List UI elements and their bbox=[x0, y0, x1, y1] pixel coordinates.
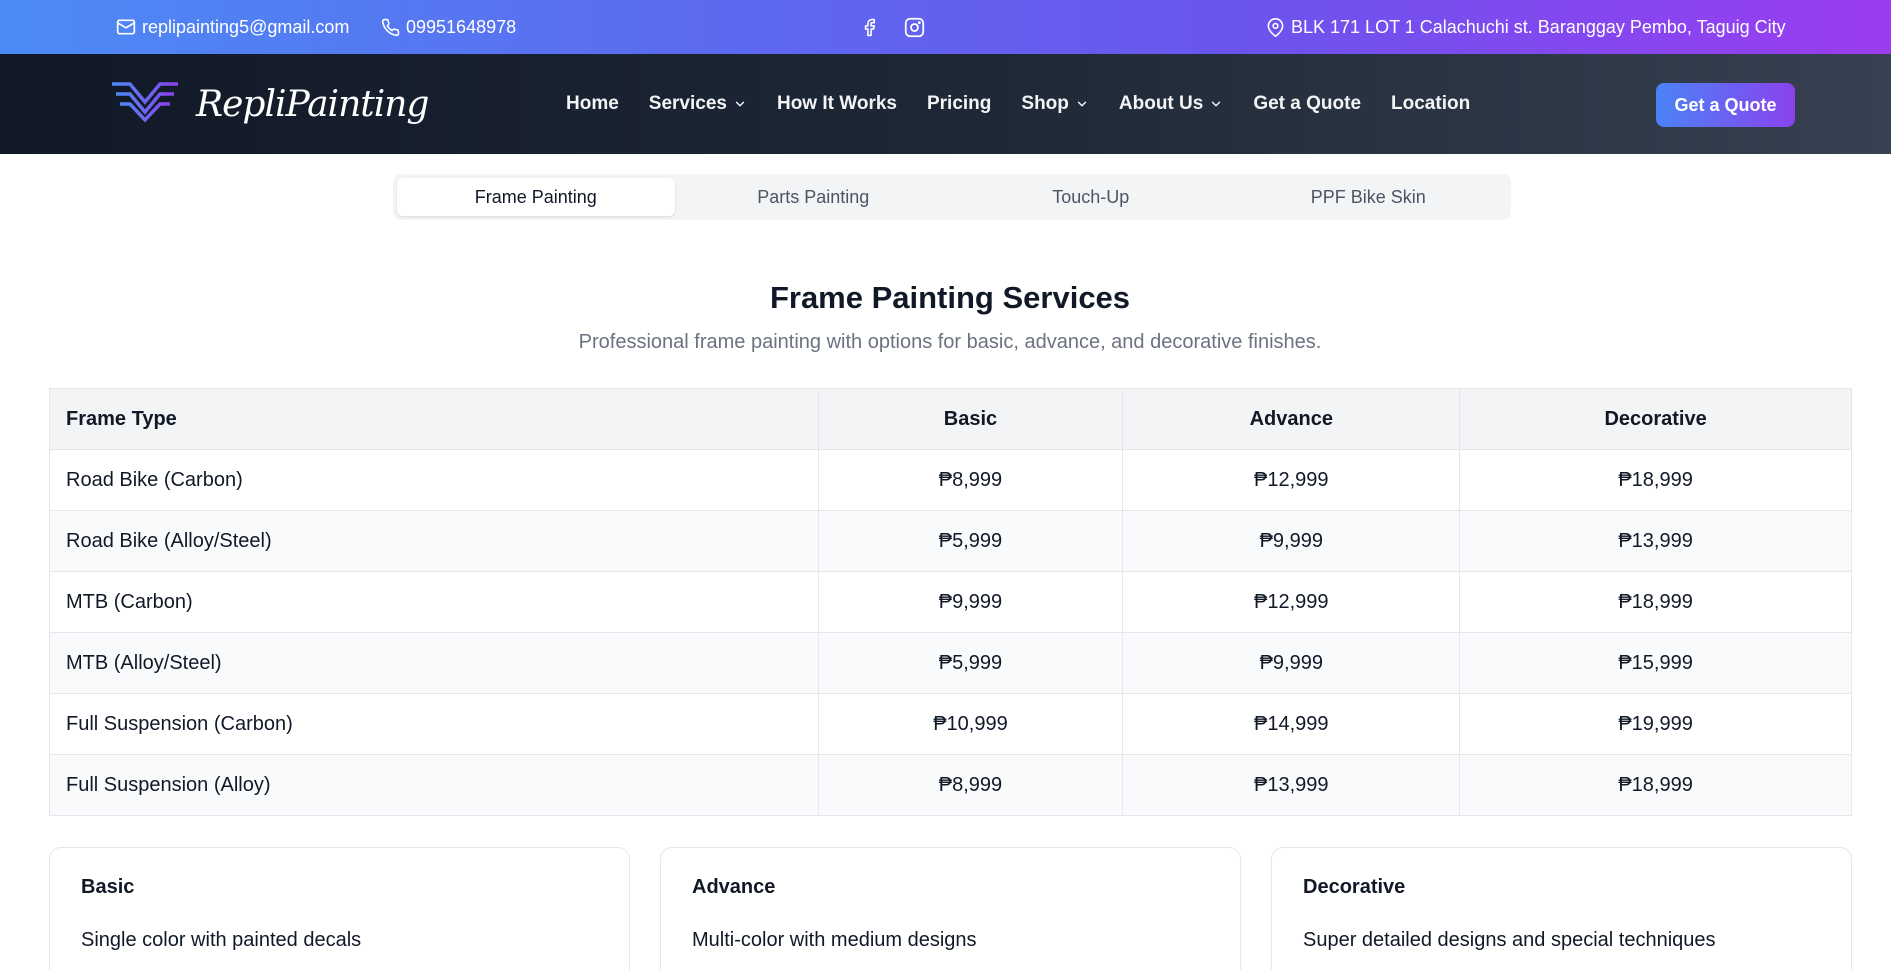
nav-pricing[interactable]: Pricing bbox=[927, 93, 991, 115]
mail-icon bbox=[116, 17, 136, 37]
basic-price-cell: ₱8,999 bbox=[817, 449, 1124, 511]
nav-location[interactable]: Location bbox=[1391, 93, 1470, 115]
nav-shop-label: Shop bbox=[1021, 93, 1069, 114]
service-tabs: Frame Painting Parts Painting Touch-Up P… bbox=[393, 174, 1511, 220]
basic-price-cell: ₱5,999 bbox=[817, 510, 1124, 572]
brand-logo[interactable]: RepliPainting bbox=[110, 76, 429, 132]
card-description: Single color with painted decals bbox=[81, 929, 362, 951]
phone-link[interactable]: 09951648978 bbox=[381, 0, 516, 54]
nav-get-a-quote-label: Get a Quote bbox=[1253, 93, 1362, 114]
decorative-price-cell: ₱13,999 bbox=[1459, 510, 1852, 572]
nav-get-a-quote[interactable]: Get a Quote bbox=[1253, 93, 1361, 115]
section-title: Frame Painting Services bbox=[769, 280, 1131, 315]
table-row: Full Suspension (Carbon) ₱10,999 ₱14,999… bbox=[49, 693, 1852, 755]
get-a-quote-button[interactable]: Get a Quote bbox=[1656, 83, 1795, 127]
advance-price-cell: ₱13,999 bbox=[1122, 754, 1461, 816]
nav-shop[interactable]: Shop bbox=[1021, 93, 1089, 115]
chevron-down-icon bbox=[1209, 97, 1223, 111]
top-contact-bar: replipainting5@gmail.com 09951648978 BLK… bbox=[0, 0, 1891, 54]
basic-price-cell: ₱8,999 bbox=[817, 754, 1124, 816]
email-link[interactable]: replipainting5@gmail.com bbox=[116, 0, 349, 54]
tab-parts-painting[interactable]: Parts Painting bbox=[675, 178, 953, 216]
table-header-row: Frame Type Basic Advance Decorative bbox=[49, 388, 1852, 450]
table-row: Road Bike (Alloy/Steel) ₱5,999 ₱9,999 ₱1… bbox=[49, 510, 1852, 572]
basic-price-cell: ₱9,999 bbox=[817, 571, 1124, 633]
tier-card-decorative: Decorative Super detailed designs and sp… bbox=[1271, 847, 1852, 970]
header-advance: Advance bbox=[1122, 388, 1461, 450]
tab-frame-painting[interactable]: Frame Painting bbox=[397, 178, 675, 216]
header-decorative: Decorative bbox=[1459, 388, 1852, 450]
nav-location-label: Location bbox=[1391, 93, 1471, 114]
tab-ppf-bike-skin[interactable]: PPF Bike Skin bbox=[1230, 178, 1508, 216]
header-basic: Basic bbox=[817, 388, 1124, 450]
section-subtitle: Professional frame painting with options… bbox=[578, 331, 1322, 353]
nav-about-us[interactable]: About Us bbox=[1119, 93, 1223, 115]
phone-text: 09951648978 bbox=[406, 16, 517, 37]
nav-services-label: Services bbox=[648, 93, 727, 114]
frame-type-cell: Road Bike (Carbon) bbox=[49, 449, 819, 511]
address-text: BLK 171 LOT 1 Calachuchi st. Baranggay P… bbox=[1291, 16, 1786, 37]
nav-how-it-works-label: How It Works bbox=[776, 93, 897, 114]
nav-about-us-label: About Us bbox=[1118, 93, 1204, 114]
phone-icon bbox=[381, 18, 400, 37]
header-frame-type: Frame Type bbox=[49, 388, 819, 450]
table-row: MTB (Alloy/Steel) ₱5,999 ₱9,999 ₱15,999 bbox=[49, 632, 1852, 694]
advance-price-cell: ₱12,999 bbox=[1122, 449, 1461, 511]
instagram-icon bbox=[904, 17, 925, 38]
card-description: Super detailed designs and special techn… bbox=[1303, 929, 1716, 951]
map-pin-icon bbox=[1266, 17, 1285, 37]
nav-home[interactable]: Home bbox=[566, 93, 619, 115]
advance-price-cell: ₱9,999 bbox=[1122, 632, 1461, 694]
table-row: MTB (Carbon) ₱9,999 ₱12,999 ₱18,999 bbox=[49, 571, 1852, 633]
nav-pricing-label: Pricing bbox=[926, 93, 992, 114]
email-text: replipainting5@gmail.com bbox=[142, 16, 350, 37]
main-navbar: RepliPainting Home Services How It Works… bbox=[0, 54, 1891, 154]
logo-text: RepliPainting bbox=[196, 83, 429, 125]
nav-services[interactable]: Services bbox=[649, 93, 747, 115]
facebook-link[interactable] bbox=[860, 0, 879, 54]
nav-how-it-works[interactable]: How It Works bbox=[777, 93, 897, 115]
frame-type-cell: Full Suspension (Alloy) bbox=[49, 754, 819, 816]
decorative-price-cell: ₱18,999 bbox=[1459, 449, 1852, 511]
instagram-link[interactable] bbox=[904, 0, 925, 54]
basic-price-cell: ₱5,999 bbox=[817, 632, 1124, 694]
advance-price-cell: ₱12,999 bbox=[1122, 571, 1461, 633]
logo-mark-icon bbox=[110, 80, 180, 129]
decorative-price-cell: ₱19,999 bbox=[1459, 693, 1852, 755]
table-row: Full Suspension (Alloy) ₱8,999 ₱13,999 ₱… bbox=[49, 754, 1852, 816]
card-title: Basic bbox=[81, 876, 135, 898]
tab-touch-up[interactable]: Touch-Up bbox=[952, 178, 1230, 216]
decorative-price-cell: ₱18,999 bbox=[1459, 754, 1852, 816]
frame-type-cell: MTB (Alloy/Steel) bbox=[49, 632, 819, 694]
nav-home-label: Home bbox=[566, 93, 619, 114]
nav-links: Home Services How It Works Pricing Shop … bbox=[566, 54, 1470, 154]
frame-type-cell: Road Bike (Alloy/Steel) bbox=[49, 510, 819, 572]
frame-type-cell: Full Suspension (Carbon) bbox=[49, 693, 819, 755]
address-link[interactable]: BLK 171 LOT 1 Calachuchi st. Baranggay P… bbox=[1266, 0, 1786, 54]
advance-price-cell: ₱14,999 bbox=[1122, 693, 1461, 755]
chevron-down-icon bbox=[733, 97, 747, 111]
card-description: Multi-color with medium designs bbox=[692, 929, 977, 951]
pricing-table: Frame Type Basic Advance Decorative Road… bbox=[49, 388, 1852, 816]
decorative-price-cell: ₱15,999 bbox=[1459, 632, 1852, 694]
card-title: Advance bbox=[692, 876, 776, 898]
chevron-down-icon bbox=[1075, 97, 1089, 111]
advance-price-cell: ₱9,999 bbox=[1122, 510, 1461, 572]
basic-price-cell: ₱10,999 bbox=[817, 693, 1124, 755]
tier-card-basic: Basic Single color with painted decals bbox=[49, 847, 630, 970]
card-title: Decorative bbox=[1303, 876, 1406, 898]
tier-card-advance: Advance Multi-color with medium designs bbox=[660, 847, 1241, 970]
frame-type-cell: MTB (Carbon) bbox=[49, 571, 819, 633]
table-row: Road Bike (Carbon) ₱8,999 ₱12,999 ₱18,99… bbox=[49, 449, 1852, 511]
decorative-price-cell: ₱18,999 bbox=[1459, 571, 1852, 633]
facebook-icon bbox=[860, 18, 879, 37]
